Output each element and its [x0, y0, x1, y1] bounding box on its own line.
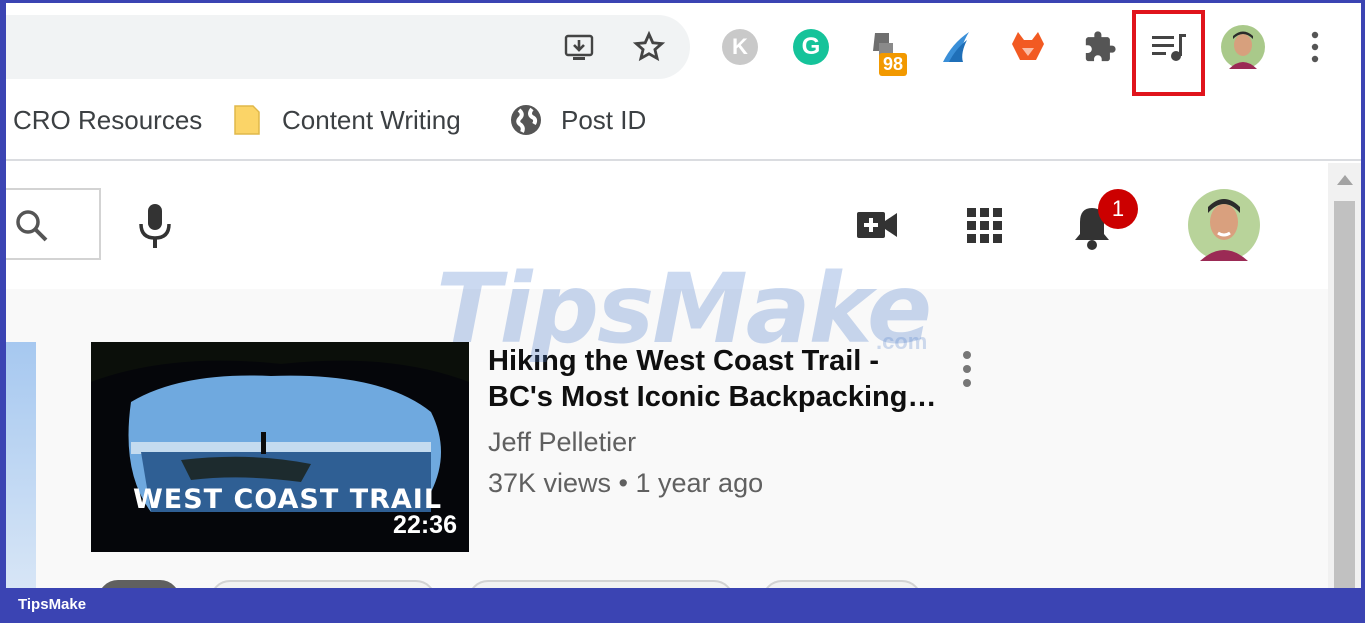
profile-avatar[interactable]	[1221, 25, 1265, 69]
screenshot-frame: K G 98 CRO Resources Content Writing Pos…	[6, 3, 1361, 588]
highlight-box	[1132, 10, 1205, 96]
bookmarks-bar	[6, 91, 1361, 161]
filter-chip[interactable]	[762, 580, 922, 588]
bird-extension-icon[interactable]	[934, 25, 978, 69]
search-icon	[16, 210, 48, 242]
channel-name[interactable]: Jeff Pelletier	[488, 427, 636, 458]
fox-extension-icon[interactable]	[1006, 25, 1050, 69]
filter-chip[interactable]	[98, 580, 180, 588]
bookmark-label: Content Writing	[282, 104, 461, 135]
k-extension-icon[interactable]: K	[718, 25, 762, 69]
youtube-avatar[interactable]	[1188, 189, 1260, 261]
filter-chip[interactable]	[210, 580, 436, 588]
apps-grid-icon[interactable]	[964, 205, 1006, 247]
bookmark-label: Post ID	[561, 104, 647, 135]
bookmark-content-writing[interactable]: Content Writing	[230, 103, 461, 137]
video-duration: 22:36	[393, 511, 457, 539]
create-video-icon[interactable]	[854, 206, 900, 244]
browser-menu-icon[interactable]	[1293, 25, 1337, 69]
scroll-up-arrow-icon[interactable]	[1337, 175, 1353, 185]
footer-brand-label: TipsMake	[18, 596, 87, 613]
bookmark-star-icon[interactable]	[631, 29, 667, 65]
video-thumbnail[interactable]: WEST COAST TRAIL 22:36	[91, 342, 469, 552]
browser-toolbar: K G 98	[6, 3, 1361, 96]
extension-badge: 98	[879, 53, 908, 76]
microphone-icon[interactable]	[134, 199, 176, 253]
search-button[interactable]	[6, 188, 101, 260]
video-meta: 37K views • 1 year ago	[488, 468, 764, 498]
video-more-icon[interactable]	[958, 349, 976, 389]
watermark-text: TipsMake	[436, 253, 932, 365]
watermark-suffix: .com	[876, 329, 928, 354]
bookmark-cro-resources[interactable]: CRO Resources	[13, 103, 202, 137]
install-app-icon[interactable]	[561, 29, 597, 65]
globe-icon	[509, 103, 543, 137]
page-scrollbar[interactable]	[1328, 163, 1361, 588]
bookmark-label: CRO Resources	[13, 104, 203, 135]
extensions-puzzle-icon[interactable]	[1078, 25, 1122, 69]
puzzle-tool-icon[interactable]: 98	[863, 25, 908, 76]
grammarly-icon[interactable]: G	[789, 25, 833, 69]
scrollbar-thumb[interactable]	[1334, 201, 1355, 588]
folder-icon	[230, 103, 264, 137]
partial-thumbnail[interactable]	[6, 342, 36, 588]
notification-count-badge: 1	[1098, 189, 1138, 229]
filter-chip[interactable]	[468, 580, 734, 588]
bookmark-post-id[interactable]: Post ID	[509, 103, 646, 137]
grammarly-letter: G	[793, 29, 829, 65]
k-extension-letter: K	[722, 29, 758, 65]
